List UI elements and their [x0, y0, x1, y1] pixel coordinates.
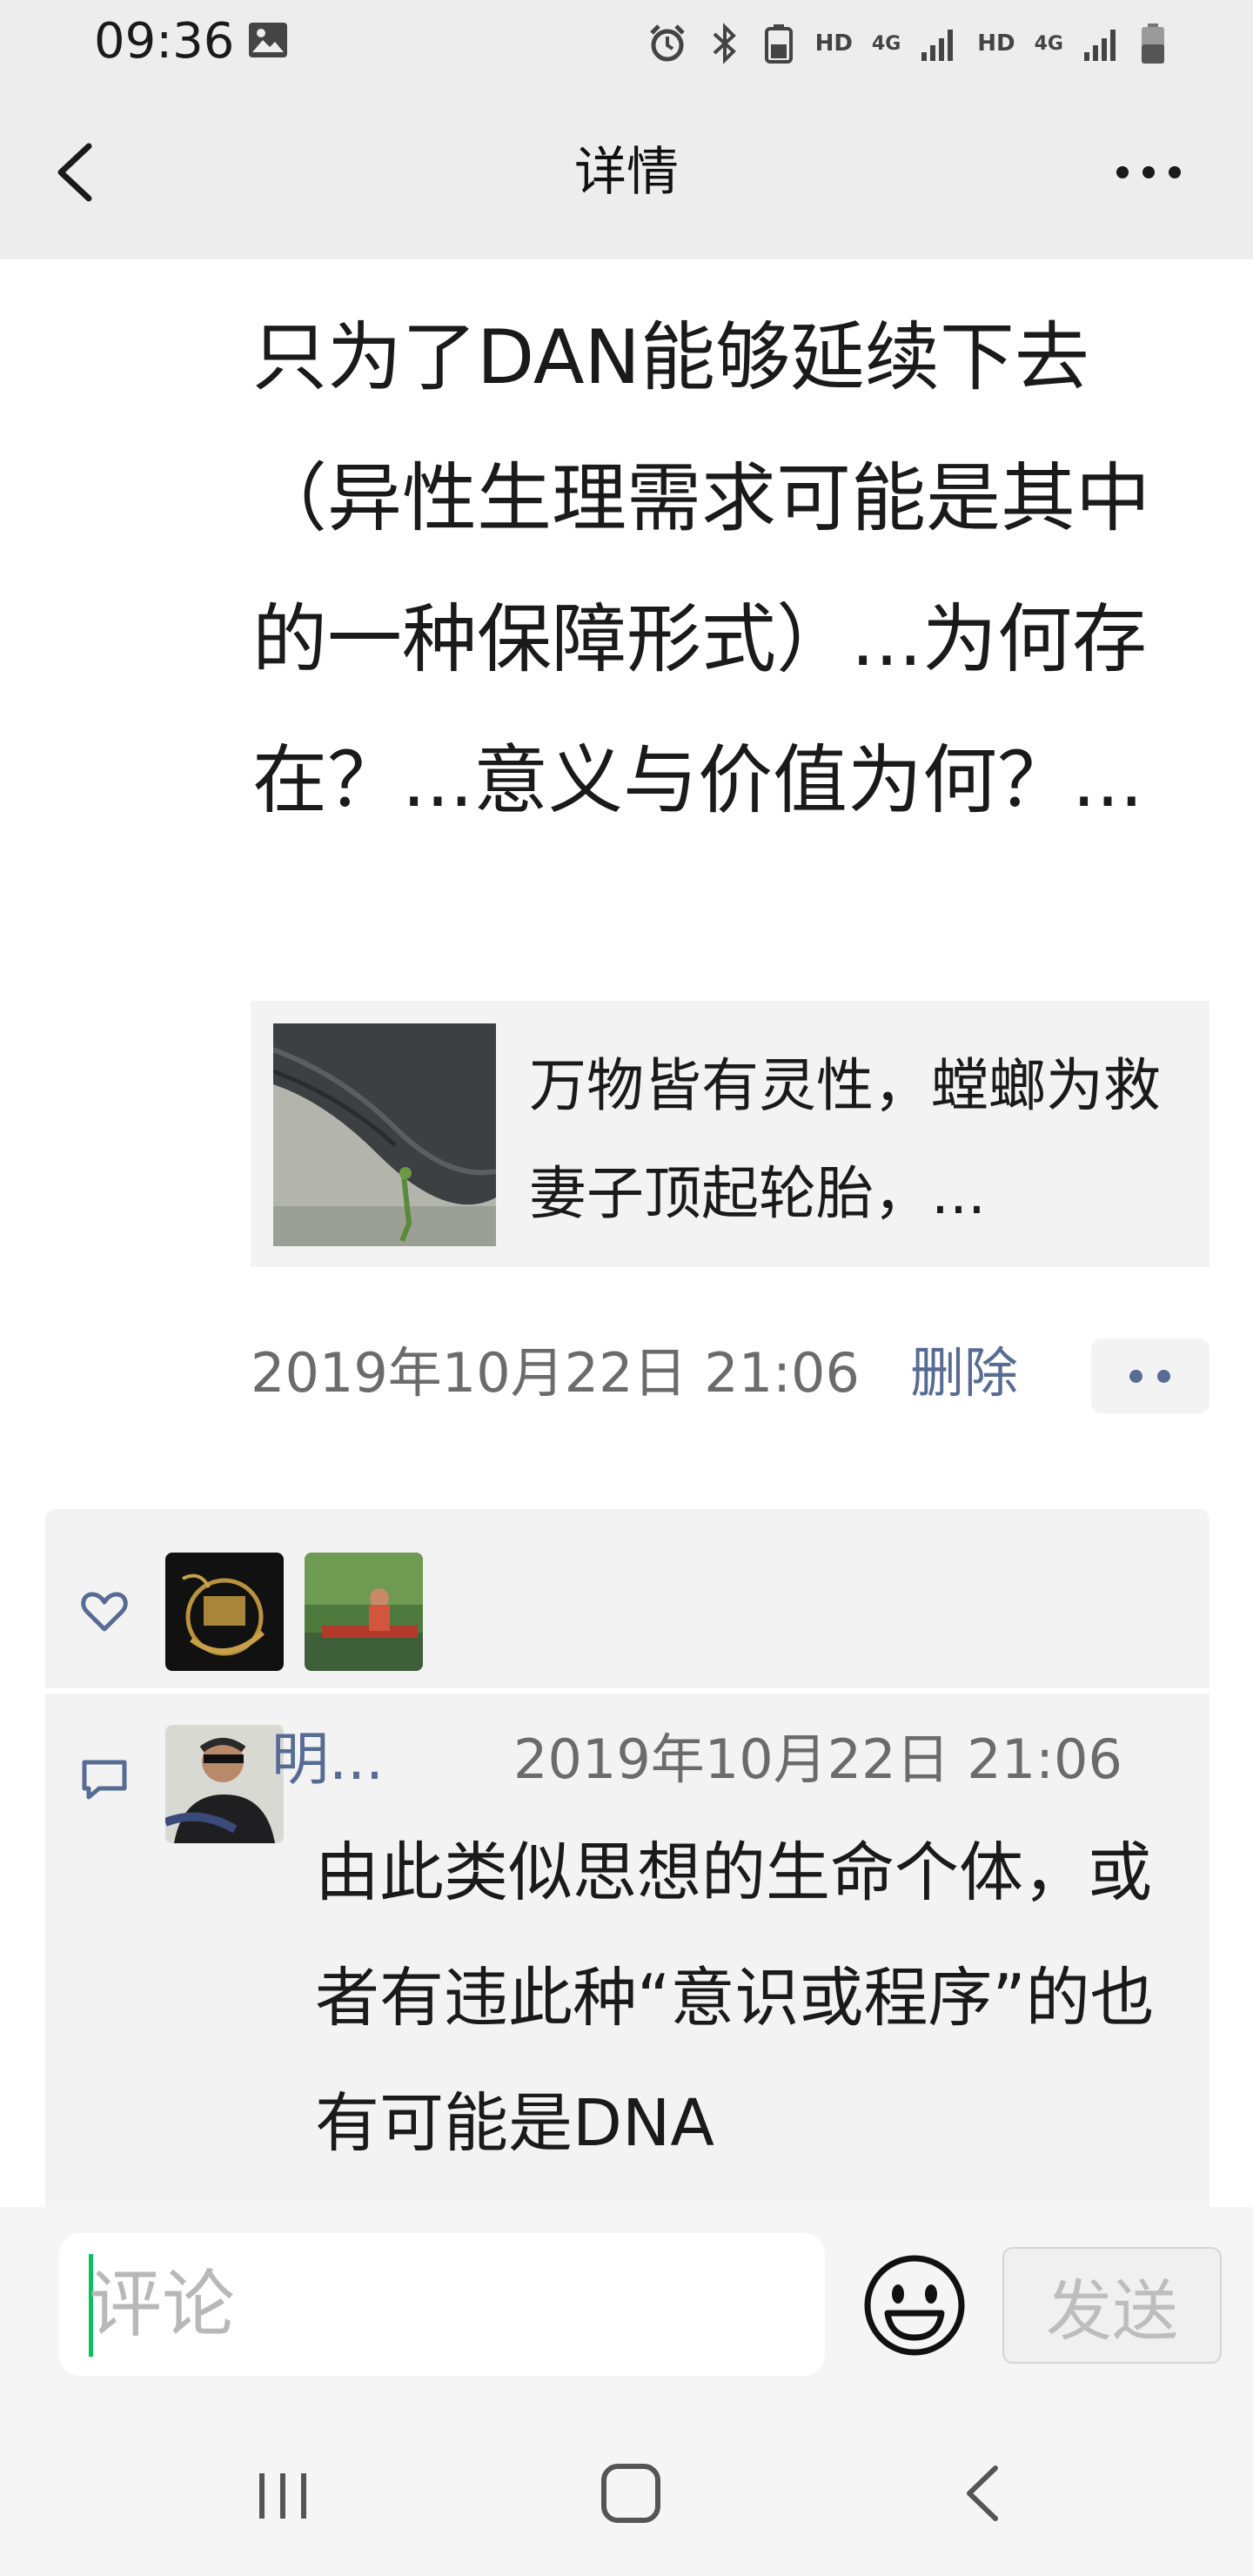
link-thumbnail: [273, 1023, 496, 1246]
hd-indicator: HD: [814, 30, 853, 57]
recent-apps-icon: [259, 2473, 306, 2519]
liker-avatar-image: [165, 1553, 284, 1671]
bluetooth-icon: [713, 23, 736, 64]
comment-timestamp: 2019年10月22日 21:06: [513, 1727, 1122, 1791]
comment-text: 由此类似思想的生命个体，或者有违此种“意识或程序”的也有可能是DNA: [315, 1835, 1155, 2161]
system-back-icon: [967, 2465, 998, 2521]
battery-saver-icon: [764, 24, 793, 64]
hd-indicator-2: HD: [977, 30, 1015, 57]
post-timestamp: 2019年10月22日 21:06: [251, 1341, 860, 1405]
page-title: 详情: [574, 142, 679, 203]
home-button[interactable]: [592, 2454, 670, 2532]
send-button[interactable]: 发送: [1002, 2247, 1222, 2364]
action-dot-icon: [1129, 1370, 1142, 1383]
commenter-avatar-image: [165, 1725, 284, 1843]
recent-apps-button[interactable]: [244, 2461, 322, 2531]
comment-icon: [82, 1760, 127, 1800]
commenter-name[interactable]: 明...: [271, 1716, 384, 1803]
more-options-button[interactable]: [1105, 139, 1192, 209]
image-notification-icon: [249, 23, 287, 57]
emoji-icon: [864, 2255, 965, 2356]
liker-avatar[interactable]: [165, 1553, 284, 1671]
link-thumbnail-image: [273, 1023, 496, 1246]
status-time: 09:36: [94, 13, 235, 70]
network-type-2: 4G: [1034, 32, 1063, 55]
post-text: 只为了DAN能够延续下去（异性生理需求可能是其中的一种保障形式）...为何存在？…: [252, 314, 1150, 824]
signal-icon: [921, 30, 954, 61]
more-dots-icon: [1116, 166, 1181, 178]
home-icon: [601, 2464, 660, 2523]
shared-link-card[interactable]: 万物皆有灵性，螳螂为救妻子顶起轮胎，...: [251, 1001, 1209, 1267]
liker-avatar-image: [305, 1553, 423, 1671]
liker-avatar[interactable]: [305, 1553, 423, 1671]
comment-placeholder: 评论: [89, 2262, 236, 2347]
system-back-button[interactable]: [948, 2454, 1018, 2532]
comment-input[interactable]: 评论: [59, 2233, 825, 2376]
emoji-button[interactable]: [861, 2252, 968, 2358]
commenter-avatar[interactable]: [165, 1725, 284, 1843]
network-type: 4G: [871, 32, 901, 55]
status-icons: HD 4G HD 4G: [647, 17, 1166, 70]
like-comment-button[interactable]: [1091, 1338, 1209, 1413]
signal-icon-2: [1084, 30, 1116, 61]
heart-icon: [81, 1592, 128, 1632]
battery-icon: [1142, 23, 1164, 64]
link-title: 万物皆有灵性，螳螂为救妻子顶起轮胎，...: [529, 1052, 1161, 1227]
action-dot-icon: [1157, 1370, 1170, 1383]
delete-button[interactable]: 删除: [910, 1330, 1018, 1417]
alarm-icon: [649, 24, 685, 62]
